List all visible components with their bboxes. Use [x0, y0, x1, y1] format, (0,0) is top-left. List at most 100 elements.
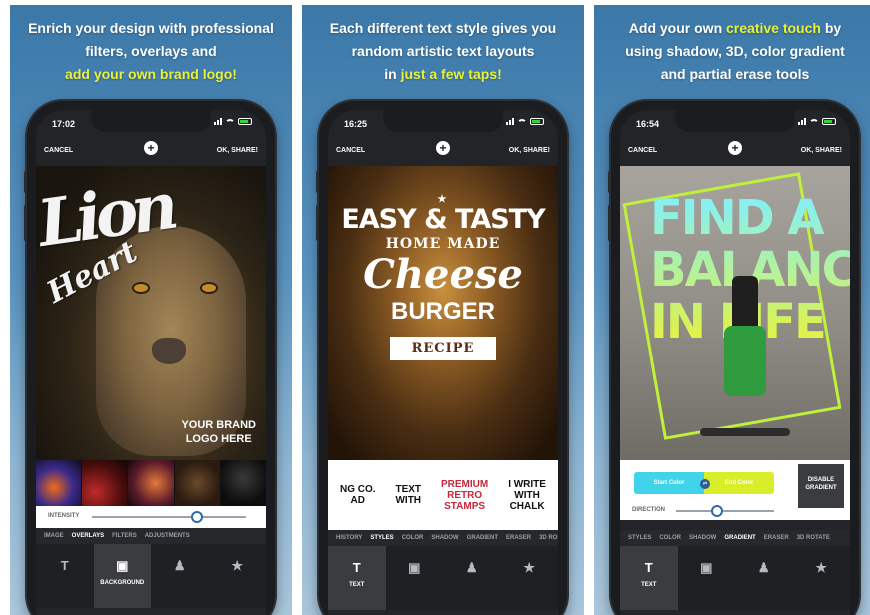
swap-icon[interactable]: ⇄	[700, 479, 710, 489]
caption-line: filters, overlays and	[85, 43, 217, 59]
overlay-thumb[interactable]	[220, 460, 266, 506]
text-style-sample[interactable]: NG CO. AD	[340, 484, 376, 506]
nav-favorites[interactable]: ★	[501, 546, 559, 610]
lion-eye	[202, 284, 216, 292]
wifi-icon	[225, 118, 235, 125]
tab-3d-rotate[interactable]: 3D ROTATE	[797, 535, 830, 541]
intensity-slider-track[interactable]	[92, 511, 246, 523]
tab-color[interactable]: COLOR	[402, 535, 424, 541]
caption-prefix: in	[384, 66, 401, 82]
editor-top-bar: CANCEL + OK, SHARE!	[36, 134, 266, 164]
slider-label: DIRECTION	[632, 507, 665, 513]
text-style-sample[interactable]: PREMIUM RETRO STAMPS	[441, 479, 488, 512]
direction-slider-knob[interactable]	[711, 505, 724, 517]
end-color-button[interactable]: End Color	[704, 472, 774, 494]
nav-text[interactable]: T TEXT	[328, 546, 386, 610]
share-button[interactable]: OK, SHARE!	[509, 147, 550, 154]
overlay-thumb[interactable]	[128, 460, 174, 506]
battery-icon	[822, 118, 836, 125]
tool-tabs: HISTORY STYLES COLOR SHADOW GRADIENT ERASER 3D…	[328, 530, 558, 546]
tab-adjustments[interactable]: ADJUSTMENTS	[145, 533, 190, 539]
tab-color[interactable]: COLOR	[659, 535, 681, 541]
phone-screen: 17:02 CANCEL + OK, SHARE! Lion Heart YOU…	[36, 110, 266, 615]
plus-icon[interactable]: +	[144, 141, 158, 155]
brand-logo-placeholder[interactable]: YOUR BRAND LOGO HERE	[181, 418, 256, 446]
phone-button	[316, 171, 319, 193]
cancel-button[interactable]: CANCEL	[44, 147, 73, 154]
tab-eraser[interactable]: ERASER	[506, 535, 531, 541]
overlay-thumb[interactable]	[174, 460, 220, 506]
notch	[91, 110, 211, 132]
overlay-thumb[interactable]	[82, 460, 128, 506]
nav-background[interactable]: ▣	[678, 546, 736, 610]
disable-gradient-button[interactable]: DISABLE GRADIENT	[798, 464, 844, 508]
nav-favorites[interactable]: ★	[793, 546, 851, 610]
dancer-photo	[712, 206, 772, 406]
panel-gradient: Add your own creative touch by using sha…	[594, 5, 870, 615]
person-icon: ♟	[173, 558, 186, 573]
nav-favorites[interactable]: ★	[209, 544, 267, 608]
tab-shadow[interactable]: SHADOW	[689, 535, 716, 541]
overlay-text[interactable]: Lion Heart	[36, 169, 177, 311]
tab-overlays[interactable]: OVERLAYS	[72, 533, 104, 539]
caption-line: and partial erase tools	[660, 66, 810, 82]
panel-filters: Enrich your design with professional fil…	[10, 5, 292, 615]
overlay-text[interactable]: ★ EASY & TASTY HOME MADE Cheese BURGER R…	[328, 194, 558, 360]
nav-sticker[interactable]: ♟	[443, 546, 501, 610]
caption-prefix: Add your own	[628, 20, 727, 36]
battery-icon	[238, 118, 252, 125]
tool-tabs: STYLES COLOR SHADOW GRADIENT ERASER 3D ROTATE	[620, 530, 850, 546]
tab-3d-ro[interactable]: 3D RO	[539, 535, 557, 541]
intensity-slider-knob[interactable]	[190, 511, 203, 523]
bottom-nav: T TEXT ▣ ♟ ★	[328, 546, 558, 610]
tab-eraser[interactable]: ERASER	[764, 535, 789, 541]
tab-image[interactable]: IMAGE	[44, 533, 64, 539]
wifi-icon	[809, 118, 819, 125]
tab-gradient[interactable]: GRADIENT	[724, 535, 755, 541]
plus-icon[interactable]: +	[436, 141, 450, 155]
design-canvas[interactable]: Lion Heart YOUR BRAND LOGO HERE	[36, 166, 266, 460]
nav-sticker[interactable]: ♟	[151, 544, 209, 608]
nav-background[interactable]: ▣ BACKGROUND	[93, 544, 151, 608]
cancel-button[interactable]: CANCEL	[336, 147, 365, 154]
start-color-button[interactable]: Start Color	[634, 472, 704, 494]
nav-label: BACKGROUND	[100, 580, 145, 586]
share-button[interactable]: OK, SHARE!	[217, 147, 258, 154]
text-style-sample[interactable]: I WRITE WITH CHALK	[508, 479, 546, 512]
slider-label: INTENSITY	[48, 513, 80, 519]
design-canvas[interactable]: ★ EASY & TASTY HOME MADE Cheese BURGER R…	[328, 166, 558, 460]
tab-styles[interactable]: STYLES	[628, 535, 651, 541]
nav-background[interactable]: ▣	[386, 546, 444, 610]
cancel-button[interactable]: CANCEL	[628, 147, 657, 154]
text-style-sample[interactable]: TEXT WITH	[395, 484, 421, 506]
text-icon: T	[352, 560, 361, 575]
tab-gradient[interactable]: GRADIENT	[467, 535, 498, 541]
nav-sticker[interactable]: ♟	[735, 546, 793, 610]
design-canvas[interactable]: FIND A BALANCE IN LIFE	[620, 166, 850, 460]
text-style-samples: NG CO. AD TEXT WITH PREMIUM RETRO STAMPS I …	[328, 460, 558, 530]
tab-filters[interactable]: FILTERS	[112, 533, 137, 539]
bottom-nav: T ▣ BACKGROUND ♟ ★	[36, 544, 266, 608]
nav-label: TEXT	[349, 582, 365, 588]
gradient-controls: Start Color End Color ⇄ DISABLE GRADIENT…	[620, 460, 850, 520]
status-indicators	[798, 118, 836, 125]
signal-icon	[506, 118, 514, 125]
app-store-screenshots: Enrich your design with professional fil…	[0, 0, 870, 615]
direction-slider-row: DIRECTION	[620, 500, 794, 522]
overlay-thumb[interactable]	[36, 460, 82, 506]
star-icon: ★	[815, 560, 828, 575]
editor-top-bar: CANCEL + OK, SHARE!	[620, 134, 850, 164]
direction-slider-track[interactable]	[676, 505, 774, 517]
nav-text[interactable]: T TEXT	[620, 546, 678, 610]
background-icon: ▣	[116, 558, 129, 573]
tab-history[interactable]: HISTORY	[336, 535, 362, 541]
lion-nose	[152, 338, 186, 364]
overlay-text-line: EASY & TASTY	[341, 204, 545, 235]
tab-shadow[interactable]: SHADOW	[431, 535, 458, 541]
star-icon: ★	[523, 560, 536, 575]
tab-styles[interactable]: STYLES	[370, 535, 393, 541]
plus-icon[interactable]: +	[728, 141, 742, 155]
nav-text[interactable]: T	[36, 544, 94, 608]
text-icon: T	[644, 560, 653, 575]
share-button[interactable]: OK, SHARE!	[801, 147, 842, 154]
